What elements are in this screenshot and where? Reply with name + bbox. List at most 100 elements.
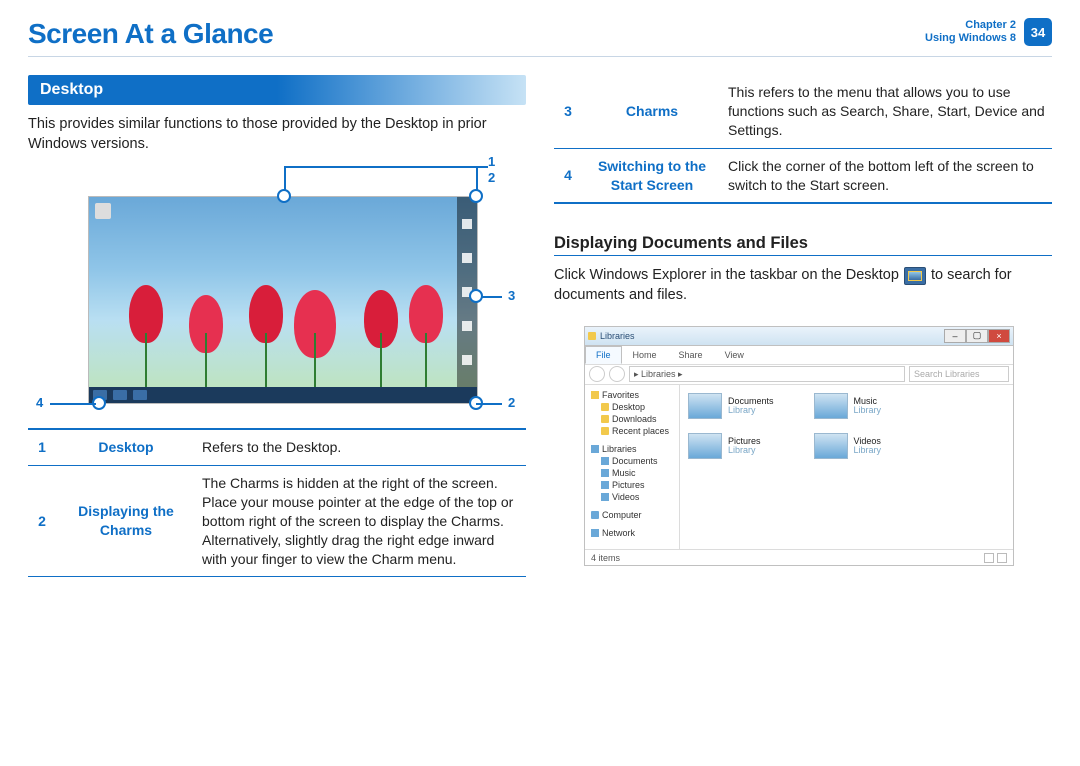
desktop-screenshot (88, 196, 478, 404)
definitions-table-left: 1 Desktop Refers to the Desktop. 2 Displ… (28, 428, 526, 577)
folder-icon (601, 403, 609, 411)
page-title: Screen At a Glance (28, 18, 273, 50)
side-downloads[interactable]: Downloads (589, 413, 675, 425)
taskbar (89, 387, 477, 403)
nav-pane: Favorites Desktop Downloads Recent place… (585, 385, 680, 549)
library-icon (601, 493, 609, 501)
search-charm-icon (462, 219, 472, 229)
folder-icon (601, 415, 609, 423)
side-pictures[interactable]: Pictures (589, 479, 675, 491)
table-row: 1 Desktop Refers to the Desktop. (28, 429, 526, 465)
content-pane: DocumentsLibrary PicturesLibrary MusicLi… (680, 385, 1013, 549)
callout-2b-label: 2 (508, 395, 515, 410)
side-documents[interactable]: Documents (589, 455, 675, 467)
side-libraries[interactable]: Libraries (589, 443, 675, 455)
table-row: 3 Charms This refers to the menu that al… (554, 75, 1052, 148)
def-label: Switching to the Start Screen (582, 148, 722, 203)
ribbon: File Home Share View (585, 346, 1013, 365)
tab-share[interactable]: Share (668, 346, 714, 364)
taskbar-icon (113, 390, 127, 400)
maximize-button[interactable]: ▢ (966, 329, 988, 343)
side-desktop[interactable]: Desktop (589, 401, 675, 413)
status-bar: 4 items (585, 549, 1013, 564)
def-label: Charms (582, 75, 722, 148)
def-num: 1 (28, 429, 56, 465)
chapter-line2: Using Windows 8 (925, 32, 1016, 45)
recycle-bin-icon (95, 203, 111, 219)
table-row: 4 Switching to the Start Screen Click th… (554, 148, 1052, 203)
folder-icon (601, 427, 609, 435)
side-favorites[interactable]: Favorites (589, 389, 675, 401)
library-videos[interactable]: VideosLibrary (814, 433, 882, 459)
documents-icon (688, 393, 722, 419)
callout-3-label: 3 (508, 288, 515, 303)
side-music[interactable]: Music (589, 467, 675, 479)
explorer-title: Libraries (600, 331, 635, 341)
library-icon (601, 481, 609, 489)
tab-file[interactable]: File (585, 346, 622, 364)
tab-home[interactable]: Home (622, 346, 668, 364)
library-icon (601, 469, 609, 477)
tab-view[interactable]: View (714, 346, 755, 364)
callout-4-label: 4 (36, 395, 43, 410)
library-music[interactable]: MusicLibrary (814, 393, 882, 419)
subheading-rule (554, 255, 1052, 256)
side-computer[interactable]: Computer (589, 509, 675, 521)
share-charm-icon (462, 253, 472, 263)
header-rule (28, 56, 1052, 57)
view-large-icon[interactable] (997, 553, 1007, 563)
back-button[interactable] (589, 366, 605, 382)
definitions-table-right: 3 Charms This refers to the menu that al… (554, 75, 1052, 204)
library-pictures[interactable]: PicturesLibrary (688, 433, 774, 459)
library-documents[interactable]: DocumentsLibrary (688, 393, 774, 419)
explorer-icon (904, 267, 926, 285)
page-number-badge: 34 (1024, 18, 1052, 46)
explorer-screenshot: Libraries – ▢ × File Home Share View (584, 326, 1014, 566)
music-icon (814, 393, 848, 419)
close-button[interactable]: × (988, 329, 1010, 343)
files-text: Click Windows Explorer in the taskbar on… (554, 266, 1052, 305)
devices-charm-icon (462, 321, 472, 331)
settings-charm-icon (462, 355, 472, 365)
star-icon (591, 391, 599, 399)
view-details-icon[interactable] (984, 553, 994, 563)
explorer-titlebar: Libraries – ▢ × (585, 327, 1013, 346)
callout-1-label: 1 (488, 154, 495, 169)
library-icon (591, 445, 599, 453)
chapter-text: Chapter 2 Using Windows 8 (925, 19, 1016, 45)
def-num: 2 (28, 466, 56, 577)
search-input[interactable]: Search Libraries (909, 366, 1009, 382)
pictures-icon (688, 433, 722, 459)
chapter-line1: Chapter 2 (925, 19, 1016, 32)
forward-button[interactable] (609, 366, 625, 382)
def-num: 3 (554, 75, 582, 148)
status-text: 4 items (591, 553, 620, 563)
taskbar-icon (133, 390, 147, 400)
def-desc: Click the corner of the bottom left of t… (722, 148, 1052, 203)
nav-bar: ▸ Libraries ▸ Search Libraries (585, 365, 1013, 386)
minimize-button[interactable]: – (944, 329, 966, 343)
side-videos[interactable]: Videos (589, 491, 675, 503)
def-num: 4 (554, 148, 582, 203)
def-desc: The Charms is hidden at the right of the… (196, 466, 526, 577)
callout-2a-label: 2 (488, 170, 495, 185)
table-row: 2 Displaying the Charms The Charms is hi… (28, 466, 526, 577)
files-text-before: Click Windows Explorer in the taskbar on… (554, 267, 903, 283)
desktop-intro: This provides similar functions to those… (28, 115, 526, 154)
computer-icon (591, 511, 599, 519)
chapter-box: Chapter 2 Using Windows 8 34 (925, 18, 1052, 46)
address-bar[interactable]: ▸ Libraries ▸ (629, 366, 905, 382)
def-desc: This refers to the menu that allows you … (722, 75, 1052, 148)
side-network[interactable]: Network (589, 527, 675, 539)
desktop-screenshot-wrap: 1 2 3 2 4 (88, 196, 518, 404)
videos-icon (814, 433, 848, 459)
network-icon (591, 529, 599, 537)
side-recent[interactable]: Recent places (589, 425, 675, 437)
def-label: Desktop (56, 429, 196, 465)
def-desc: Refers to the Desktop. (196, 429, 526, 465)
files-heading: Displaying Documents and Files (554, 234, 1052, 253)
desktop-banner: Desktop (28, 75, 526, 105)
library-icon (601, 457, 609, 465)
def-label: Displaying the Charms (56, 466, 196, 577)
folder-icon (588, 332, 596, 340)
